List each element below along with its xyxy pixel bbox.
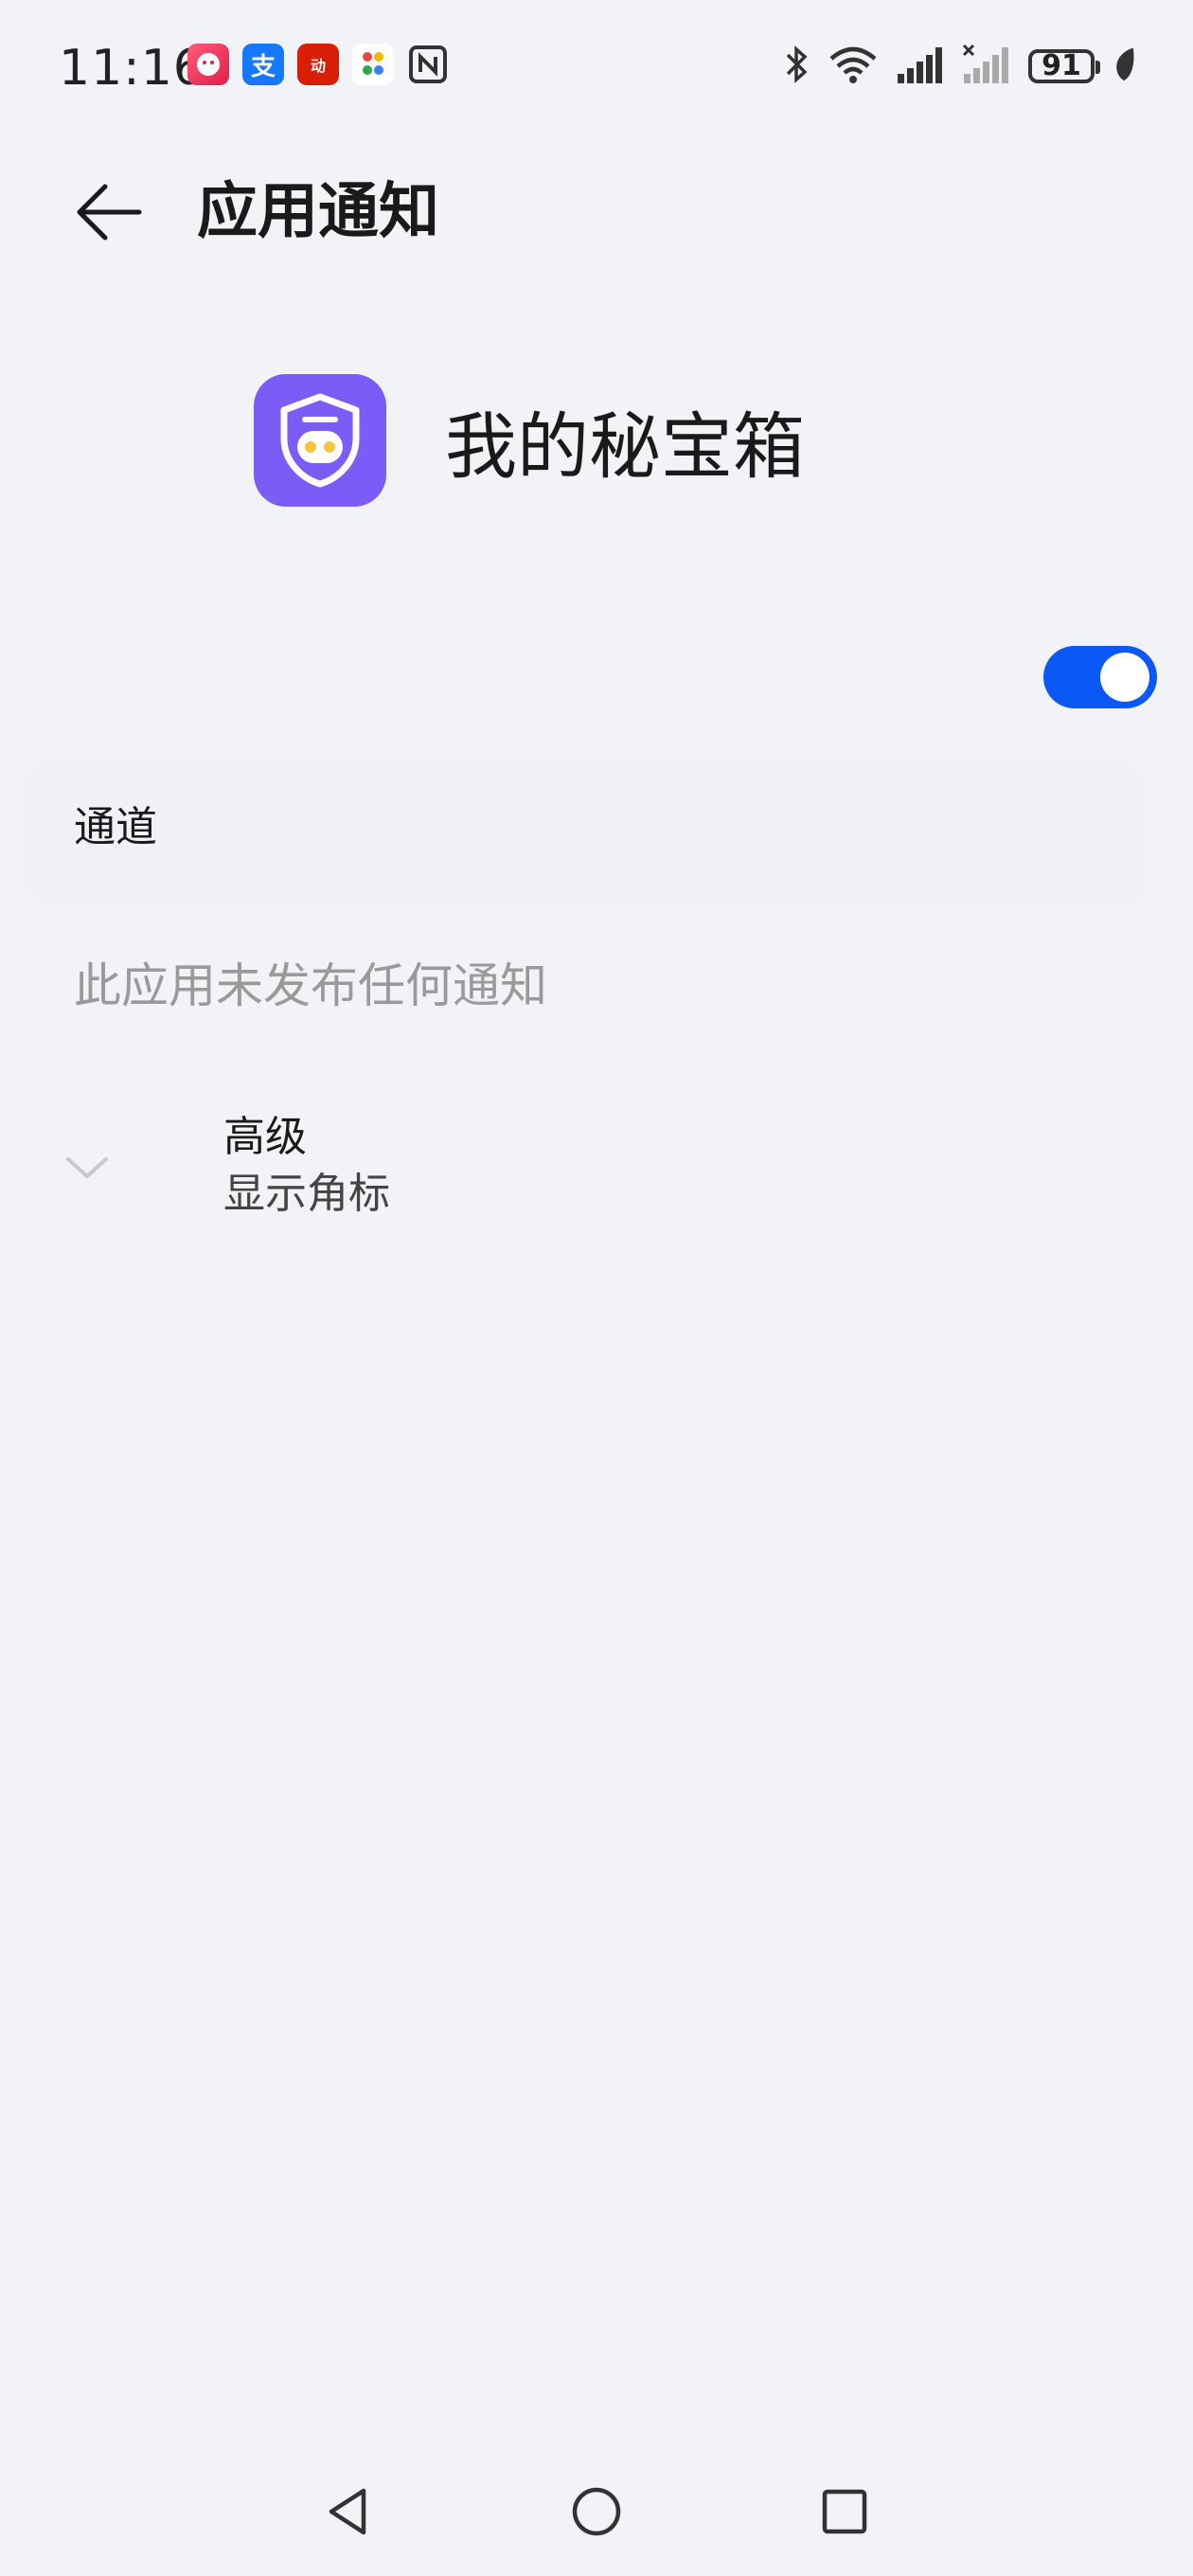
app-header: 我的秘宝箱 — [0, 374, 1193, 511]
nav-recent-button[interactable] — [807, 2474, 882, 2549]
nav-back-button[interactable] — [311, 2474, 386, 2549]
app-icon — [187, 44, 229, 85]
notification-icons: 支 动 — [187, 44, 449, 85]
status-bar: 11:16 支 动 91 — [0, 0, 1193, 142]
signal-icon — [896, 44, 945, 89]
bluetooth-icon — [782, 44, 810, 89]
chevron-down-icon — [66, 1157, 108, 1178]
shield-robot-icon — [280, 393, 360, 488]
wifi-icon — [828, 44, 879, 89]
app-name: 我的秘宝箱 — [445, 404, 805, 489]
recent-square-icon — [822, 2489, 867, 2534]
app-icon: 动 — [297, 44, 339, 85]
advanced-row[interactable]: 高级 显示角标 — [0, 1099, 1193, 1241]
allow-notifications-toggle[interactable] — [1043, 646, 1157, 708]
page-title: 应用通知 — [197, 177, 439, 247]
navigation-bar — [0, 2453, 1193, 2576]
header: 应用通知 — [0, 152, 1193, 265]
advanced-title: 高级 — [223, 1113, 307, 1161]
nav-home-button[interactable] — [559, 2474, 634, 2549]
toggle-knob — [1100, 653, 1149, 702]
back-button[interactable] — [66, 174, 151, 250]
back-triangle-icon — [329, 2488, 366, 2535]
alipay-icon: 支 — [242, 44, 284, 85]
channels-section: 通道 — [23, 758, 1148, 909]
power-saving-leaf-icon — [1112, 45, 1136, 87]
signal-no-service-icon — [962, 44, 1011, 89]
status-time: 11:16 — [59, 40, 205, 97]
nfc-icon — [407, 44, 449, 85]
battery-icon: 91 — [1028, 49, 1100, 83]
app-icon — [352, 44, 394, 85]
home-circle-icon — [572, 2487, 621, 2536]
no-notifications-message: 此应用未发布任何通知 — [74, 958, 547, 1013]
status-indicators: 91 — [782, 44, 1136, 89]
advanced-subtitle: 显示角标 — [223, 1170, 390, 1218]
app-icon — [254, 374, 386, 507]
channels-title: 通道 — [74, 803, 157, 851]
arrow-left-icon — [77, 184, 142, 241]
